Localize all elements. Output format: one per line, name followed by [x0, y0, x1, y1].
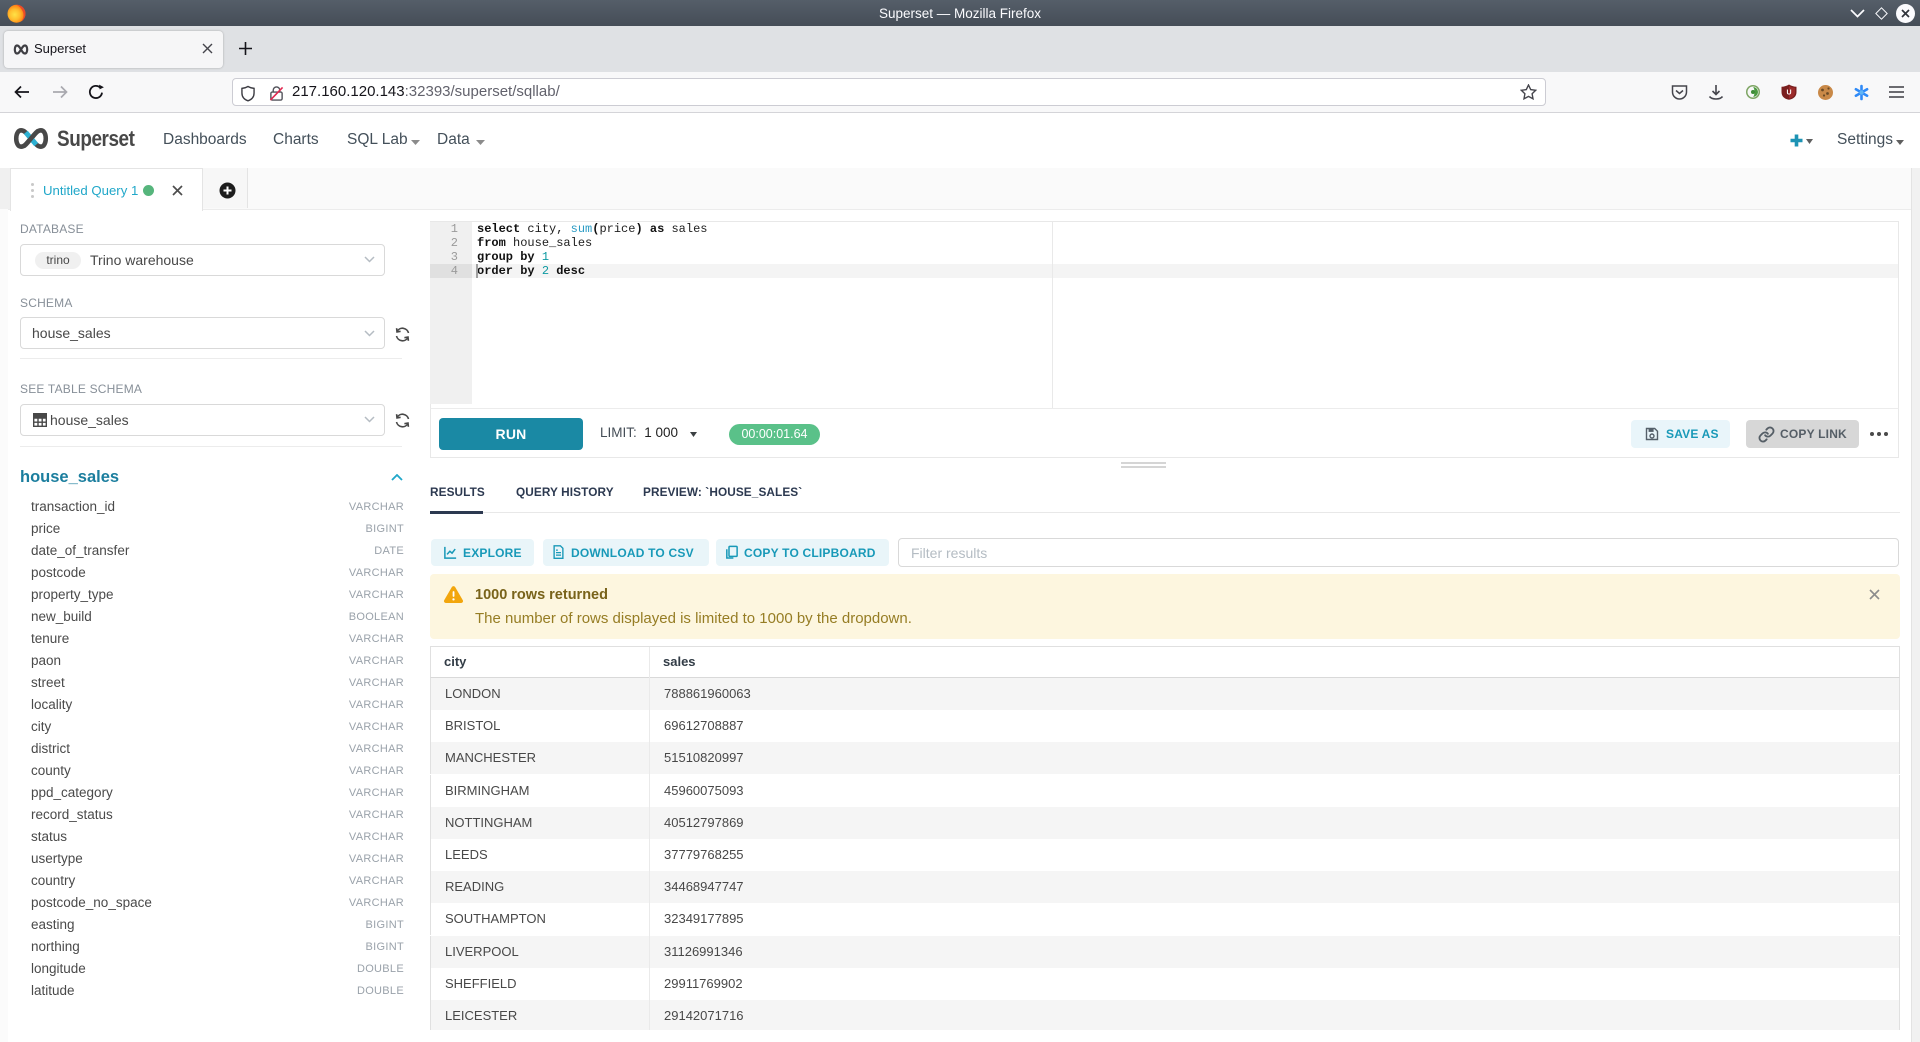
- svg-text:U: U: [1786, 90, 1791, 97]
